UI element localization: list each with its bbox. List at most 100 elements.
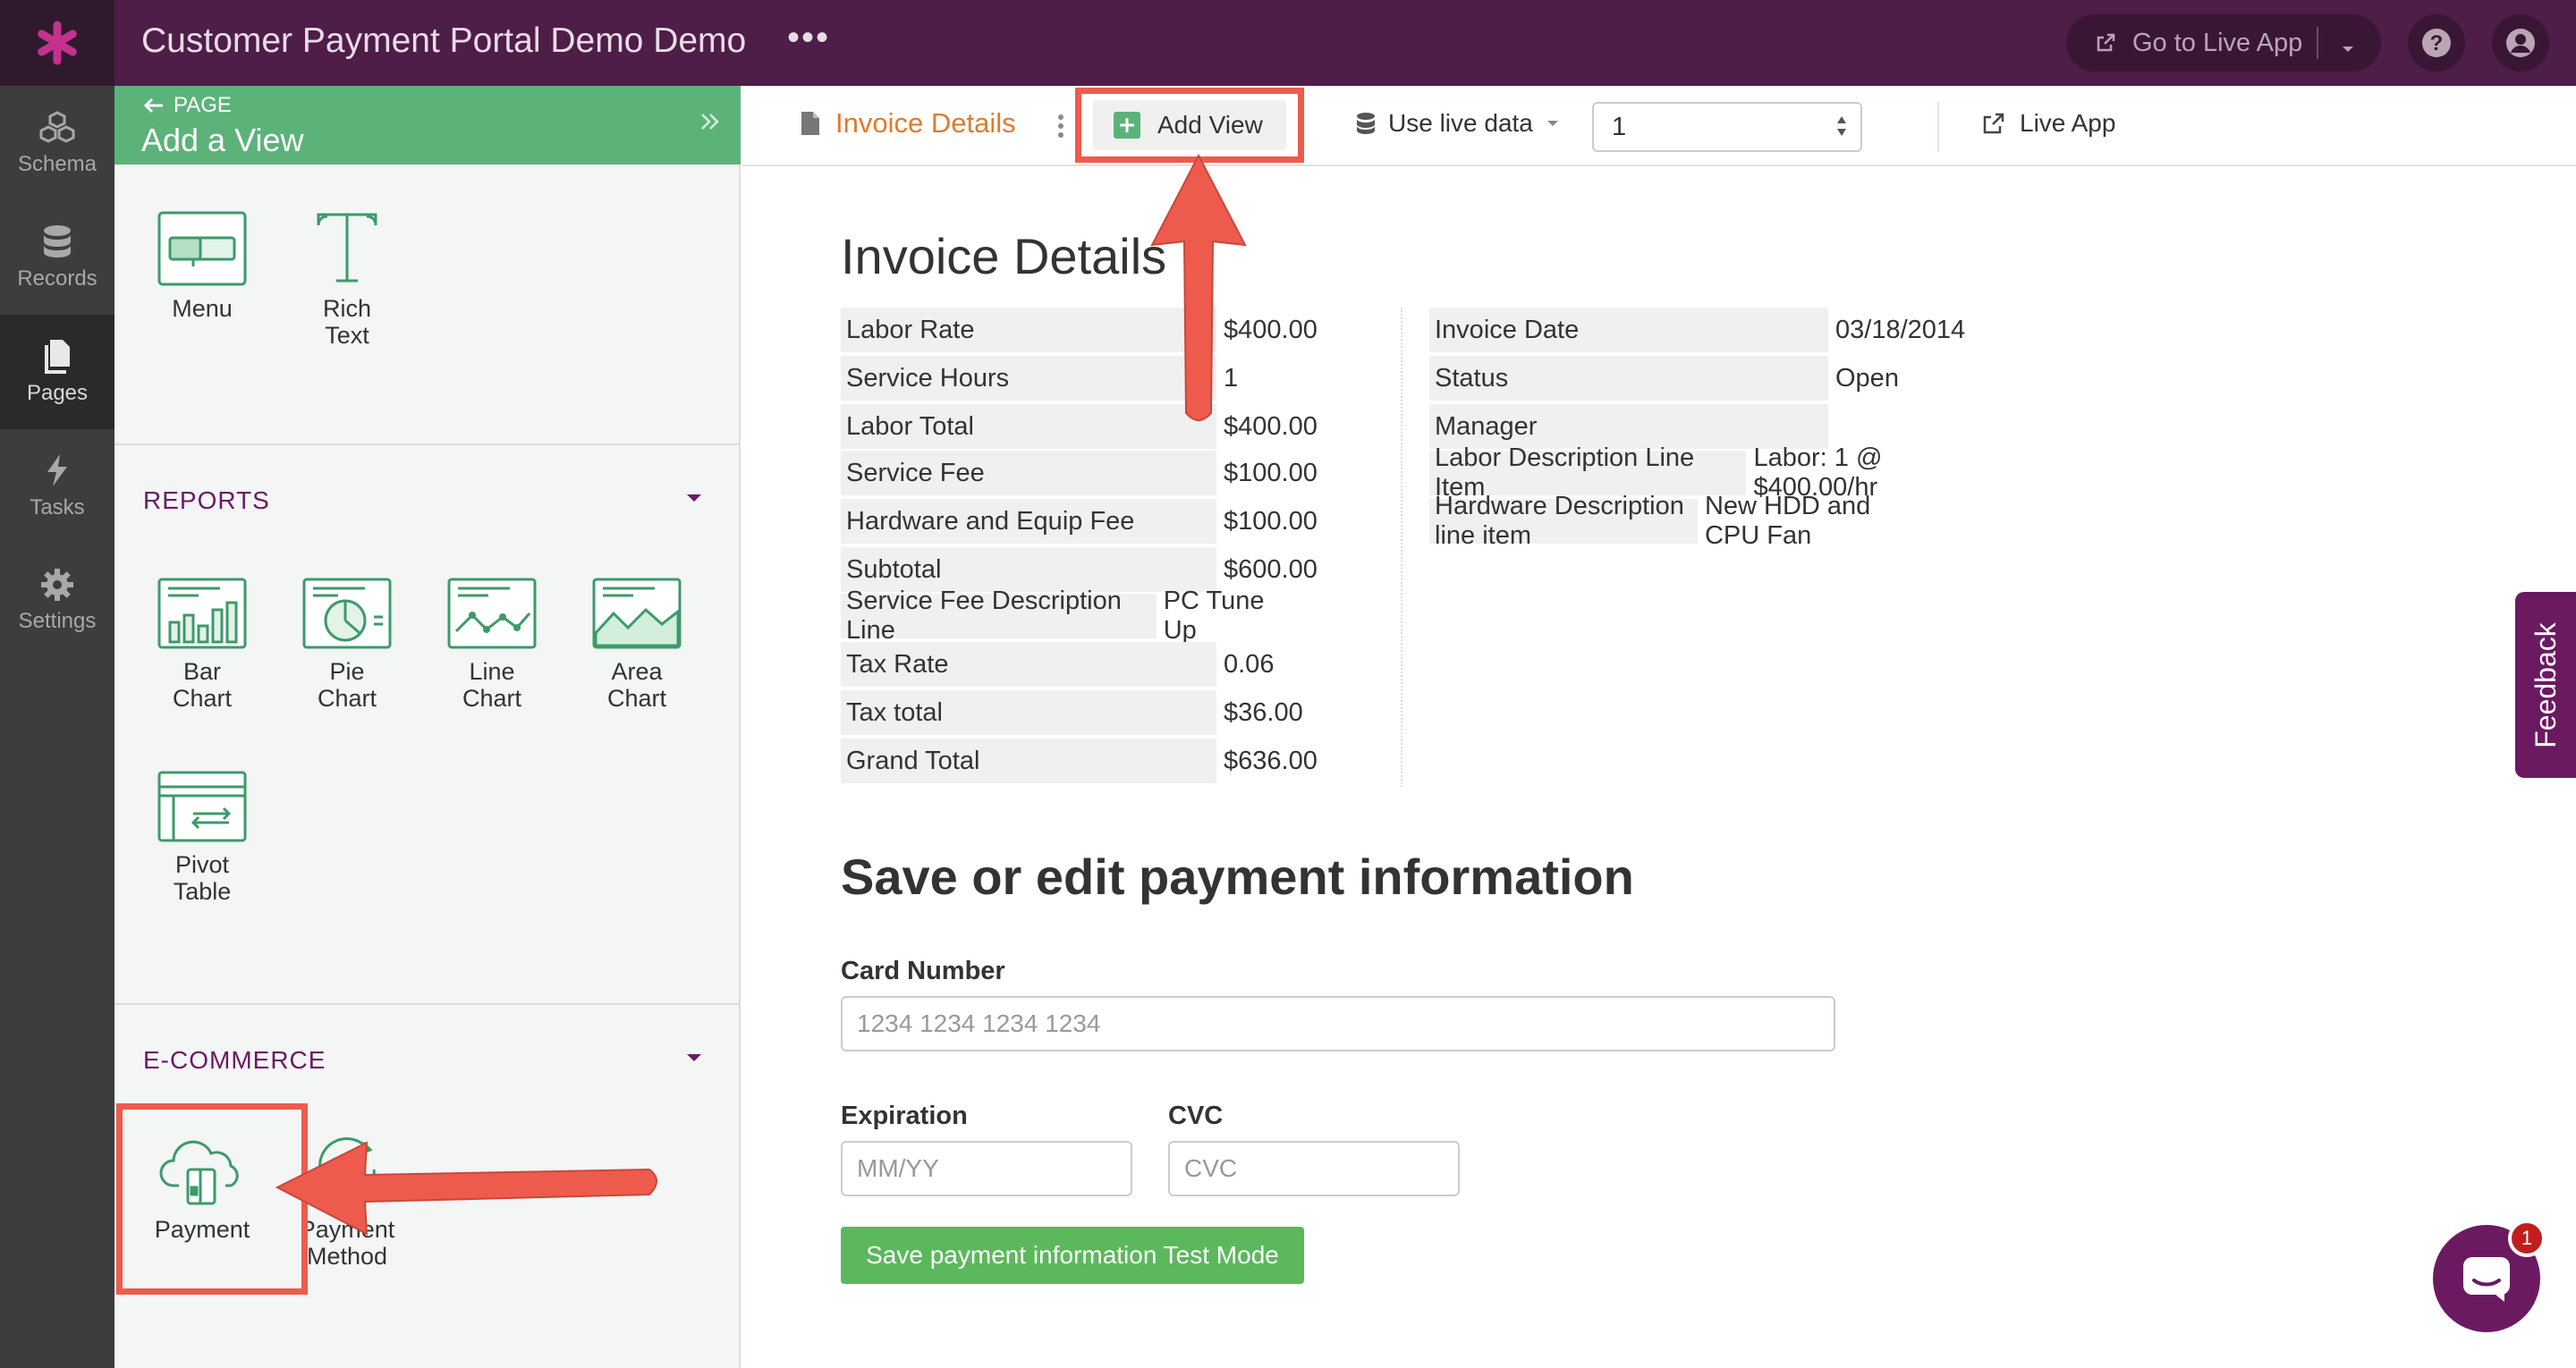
field-label: Subtotal bbox=[841, 547, 1216, 592]
chevron-down-icon[interactable] bbox=[2340, 35, 2356, 64]
nav-item-settings[interactable]: Settings bbox=[0, 544, 114, 658]
go-to-live-app-label: Go to Live App bbox=[2132, 28, 2303, 57]
field-label: Service Fee Description Line bbox=[841, 587, 1157, 645]
add-view-panel: PAGE Add a View Menu Rich Text REPORTS B… bbox=[114, 86, 741, 1368]
feedback-tab[interactable]: Feedback bbox=[2515, 592, 2576, 778]
rich-text-icon bbox=[317, 213, 377, 283]
view-tile-pie-chart[interactable]: Pie Chart bbox=[284, 578, 410, 712]
help-icon: ? bbox=[2422, 29, 2451, 57]
logo[interactable] bbox=[0, 0, 114, 86]
record-select-value: 1 bbox=[1612, 113, 1627, 141]
app-options-button[interactable]: ••• bbox=[787, 18, 830, 58]
help-button[interactable]: ? bbox=[2408, 14, 2465, 72]
field-value: 0.06 bbox=[1224, 649, 1275, 679]
nav-item-pages[interactable]: Pages bbox=[0, 315, 114, 429]
field-value: $400.00 bbox=[1224, 315, 1318, 344]
chevron-down-icon[interactable] bbox=[685, 492, 703, 509]
use-live-data-label: Use live data bbox=[1388, 109, 1533, 137]
use-live-data-dropdown[interactable]: Use live data bbox=[1356, 109, 1560, 138]
card-number-label: Card Number bbox=[841, 957, 1005, 985]
expiration-placeholder: MM/YY bbox=[857, 1154, 939, 1182]
chat-icon bbox=[2463, 1257, 2510, 1302]
add-view-highlight-box bbox=[1075, 88, 1304, 163]
view-tile-area-chart[interactable]: Area Chart bbox=[574, 578, 699, 712]
nav-label: Settings bbox=[18, 609, 97, 633]
expiration-label: Expiration bbox=[841, 1102, 968, 1130]
gear-icon bbox=[41, 569, 73, 601]
field-label: Labor Total bbox=[841, 404, 1216, 449]
invoice-details-heading: Invoice Details bbox=[841, 228, 1167, 284]
field-value: $36.00 bbox=[1224, 697, 1303, 727]
kebab-icon bbox=[1058, 114, 1063, 138]
tile-label-1: Rich bbox=[322, 295, 371, 322]
top-bar: Customer Payment Portal Demo Demo ••• Go… bbox=[0, 0, 2576, 86]
field-value: $600.00 bbox=[1224, 554, 1318, 584]
nav-item-schema[interactable]: Schema bbox=[0, 86, 114, 200]
field-label: Service Fee bbox=[841, 451, 1216, 495]
view-tile-pivot-table[interactable]: Pivot Table bbox=[140, 771, 265, 905]
field-value: PC Tune Up bbox=[1163, 587, 1265, 645]
database-icon bbox=[1357, 113, 1375, 134]
field-label: Service Hours bbox=[841, 356, 1216, 401]
tile-label-2: Text bbox=[325, 322, 369, 349]
page-options-button[interactable] bbox=[1057, 113, 1064, 144]
cvc-input[interactable]: CVC bbox=[1168, 1141, 1460, 1196]
field-value: $636.00 bbox=[1224, 746, 1318, 775]
tile-label-1: Menu bbox=[172, 295, 233, 322]
chevron-down-icon[interactable] bbox=[685, 1051, 703, 1068]
external-link-icon bbox=[1983, 113, 2004, 134]
record-select[interactable]: 1 bbox=[1592, 102, 1862, 152]
tile-label-2: Chart bbox=[462, 685, 522, 712]
field-label: Tax total bbox=[841, 690, 1216, 735]
view-tile-rich-text[interactable]: Rich Text bbox=[284, 211, 410, 349]
field-label: Labor Description Line Item bbox=[1429, 443, 1747, 502]
area-chart-icon bbox=[592, 578, 682, 649]
column-divider bbox=[1401, 308, 1402, 787]
tile-label-1: Area bbox=[611, 658, 663, 685]
back-to-page-link[interactable]: PAGE bbox=[143, 93, 232, 118]
view-tile-bar-chart[interactable]: Bar Chart bbox=[140, 578, 265, 712]
chevron-down-icon bbox=[1546, 121, 1558, 126]
file-icon bbox=[801, 112, 819, 135]
arrow-left-icon bbox=[143, 97, 163, 114]
current-page-link[interactable]: Invoice Details bbox=[800, 107, 1016, 139]
collapse-panel-button[interactable] bbox=[698, 109, 723, 139]
panel-title: Add a View bbox=[141, 122, 304, 158]
nav-item-tasks[interactable]: Tasks bbox=[0, 429, 114, 544]
tile-label-1: Line bbox=[469, 658, 515, 685]
left-navigation: Schema Records Pages Tasks Settings bbox=[0, 86, 114, 1368]
user-account-button[interactable] bbox=[2492, 14, 2549, 72]
nav-item-records[interactable]: Records bbox=[0, 200, 114, 315]
expiration-input[interactable]: MM/YY bbox=[841, 1141, 1132, 1196]
card-number-input[interactable]: 1234 1234 1234 1234 bbox=[841, 996, 1835, 1051]
tile-label-1: Pie bbox=[329, 658, 365, 685]
field-label: Tax Rate bbox=[841, 642, 1216, 687]
section-divider bbox=[114, 1003, 741, 1005]
payment-method-icon bbox=[318, 1137, 376, 1202]
save-payment-button[interactable]: Save payment information Test Mode bbox=[841, 1227, 1304, 1284]
section-divider bbox=[114, 443, 741, 445]
asterisk-logo-icon bbox=[38, 21, 77, 65]
go-to-live-app-button[interactable]: Go to Live App bbox=[2066, 14, 2381, 72]
view-tile-line-chart[interactable]: Line Chart bbox=[429, 578, 555, 712]
field-value: 03/18/2014 bbox=[1835, 315, 1966, 344]
double-chevron-right-icon bbox=[701, 114, 719, 130]
ecommerce-section-title[interactable]: E-COMMERCE bbox=[143, 1046, 326, 1075]
menu-view-icon bbox=[157, 211, 247, 286]
live-app-link[interactable]: Live App bbox=[1982, 109, 2115, 138]
user-avatar-icon bbox=[2506, 29, 2535, 57]
pie-chart-icon bbox=[302, 578, 392, 649]
panel-header: PAGE Add a View bbox=[114, 86, 741, 165]
pivot-table-icon bbox=[157, 771, 247, 842]
view-tile-menu[interactable]: Menu bbox=[140, 211, 265, 322]
tile-label-2: Chart bbox=[172, 685, 233, 712]
bar-chart-icon bbox=[157, 578, 247, 649]
reports-section-title[interactable]: REPORTS bbox=[143, 486, 270, 515]
field-label: Status bbox=[1429, 356, 1828, 401]
line-chart-icon bbox=[447, 578, 537, 649]
field-value: $400.00 bbox=[1224, 411, 1318, 441]
current-page-name: Invoice Details bbox=[835, 107, 1016, 139]
cvc-label: CVC bbox=[1168, 1102, 1224, 1130]
divider bbox=[2317, 27, 2318, 59]
nav-label: Schema bbox=[17, 152, 97, 176]
